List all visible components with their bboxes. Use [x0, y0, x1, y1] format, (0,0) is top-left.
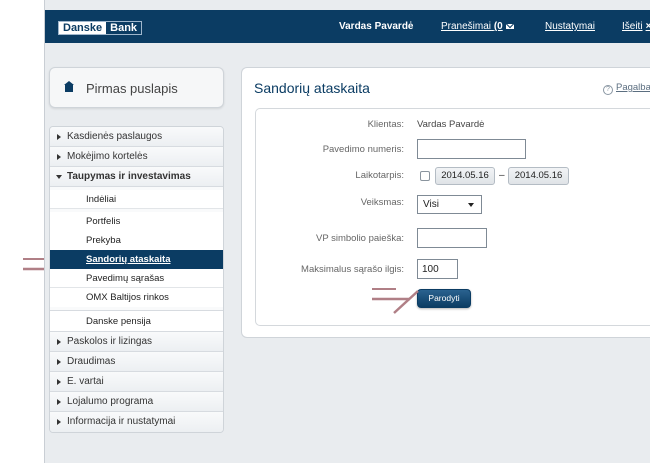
period-label: Laikotarpis:	[355, 170, 404, 181]
sidebar-item-e-gateway[interactable]: E. vartai	[50, 372, 223, 392]
order-number-label: Pavedimo numeris:	[322, 144, 404, 155]
expand-arrow-icon	[57, 134, 61, 140]
expand-arrow-icon	[57, 359, 61, 365]
top-bar: Danske Bank Vardas Pavardė Pranešimai (0…	[45, 10, 650, 43]
max-list-input[interactable]	[417, 259, 458, 279]
submenu-item-deposits[interactable]: Indėliai	[50, 190, 223, 209]
action-select-value: Visi	[423, 199, 439, 210]
client-label: Klientas:	[367, 119, 404, 130]
danske-bank-logo[interactable]: Danske Bank	[58, 21, 143, 35]
notifications-label: Pranešimai	[441, 21, 492, 32]
bank-page: Danske Bank Vardas Pavardė Pranešimai (0…	[44, 0, 650, 463]
notifications-count: (0	[493, 21, 503, 32]
submenu-item-order-list[interactable]: Pavedimų sąrašas	[50, 269, 223, 288]
symbol-search-label: VP simbolio paieška:	[315, 233, 404, 244]
sidebar-item-savings-investing[interactable]: Taupymas ir investavimas	[50, 167, 223, 187]
notifications-link[interactable]: Pranešimai (0	[441, 21, 515, 32]
expand-arrow-icon	[57, 154, 61, 160]
sidebar-item-label: E. vartai	[67, 376, 104, 387]
submenu-item-transaction-report[interactable]: Sandorių ataskaita	[50, 250, 223, 269]
logo-word-bank: Bank	[106, 22, 142, 34]
home-label: Pirmas puslapis	[86, 81, 178, 96]
symbol-search-input[interactable]	[417, 228, 487, 248]
sidebar-item-payment-cards[interactable]: Mokėjimo kortelės	[50, 147, 223, 167]
date-separator: –	[499, 170, 505, 181]
pointer-arrow-button	[372, 288, 419, 314]
sidebar-item-label: Mokėjimo kortelės	[67, 151, 148, 162]
order-number-input[interactable]	[417, 139, 526, 159]
page-title: Sandorių ataskaita	[254, 80, 370, 96]
date-from-picker[interactable]: 2014.05.16	[435, 167, 495, 185]
expand-arrow-icon	[57, 419, 61, 425]
submenu-item-trading[interactable]: Prekyba	[50, 231, 223, 250]
period-checkbox[interactable]	[420, 171, 430, 181]
sidebar-item-label: Informacija ir nustatymai	[67, 416, 176, 427]
sidebar-item-info-settings[interactable]: Informacija ir nustatymai	[50, 412, 223, 432]
submenu-item-danske-pension[interactable]: Danske pensija	[50, 310, 223, 332]
sidebar-item-loyalty-program[interactable]: Lojalumo programa	[50, 392, 223, 412]
sidebar-menu: Kasdienės paslaugos Mokėjimo kortelės Ta…	[49, 126, 224, 433]
sidebar-item-label: Kasdienės paslaugos	[67, 131, 163, 142]
action-label: Veiksmas:	[360, 197, 404, 208]
close-icon: ×	[645, 21, 650, 32]
sidebar-item-daily-services[interactable]: Kasdienės paslaugos	[50, 127, 223, 147]
help-icon: ?	[603, 85, 613, 95]
sidebar-item-label: Taupymas ir investavimas	[67, 171, 191, 182]
sidebar-item-label: Lojalumo programa	[67, 396, 154, 407]
sidebar-item-loans-leasing[interactable]: Paskolos ir lizingas	[50, 332, 223, 352]
main-panel: Sandorių ataskaita ? Pagalba Klientas: Va…	[241, 67, 650, 338]
settings-link[interactable]: Nustatymai	[545, 21, 595, 32]
chevron-down-icon	[468, 203, 474, 207]
report-form: Klientas: Vardas Pavardė Pavedimo numeri…	[255, 108, 650, 326]
show-button[interactable]: Parodyti	[417, 289, 471, 308]
logo-word-danske: Danske	[59, 22, 107, 34]
expand-arrow-icon	[57, 379, 61, 385]
sidebar-item-insurance[interactable]: Draudimas	[50, 352, 223, 372]
user-name: Vardas Pavardė	[339, 21, 414, 32]
date-to-picker[interactable]: 2014.05.16	[508, 167, 569, 185]
submenu-item-portfolio[interactable]: Portfelis	[50, 212, 223, 231]
submenu-item-omx-baltic-markets[interactable]: OMX Baltijos rinkos	[50, 288, 223, 307]
envelope-icon	[504, 23, 515, 30]
sidebar-item-label: Draudimas	[67, 356, 116, 367]
expand-arrow-icon	[57, 339, 61, 345]
help-label: Pagalba	[616, 82, 650, 93]
help-link[interactable]: ? Pagalba	[603, 82, 650, 95]
home-button[interactable]: Pirmas puslapis	[49, 67, 224, 108]
action-select[interactable]: Visi	[417, 195, 482, 214]
logout-link[interactable]: Išeiti ×	[622, 21, 650, 32]
client-value: Vardas Pavardė	[417, 119, 485, 130]
home-icon	[64, 81, 74, 92]
collapse-arrow-icon	[56, 175, 62, 179]
logout-label: Išeiti	[622, 21, 643, 32]
sidebar-item-label: Paskolos ir lizingas	[67, 336, 153, 347]
expand-arrow-icon	[57, 399, 61, 405]
max-list-label: Maksimalus sąrašo ilgis:	[301, 264, 404, 275]
